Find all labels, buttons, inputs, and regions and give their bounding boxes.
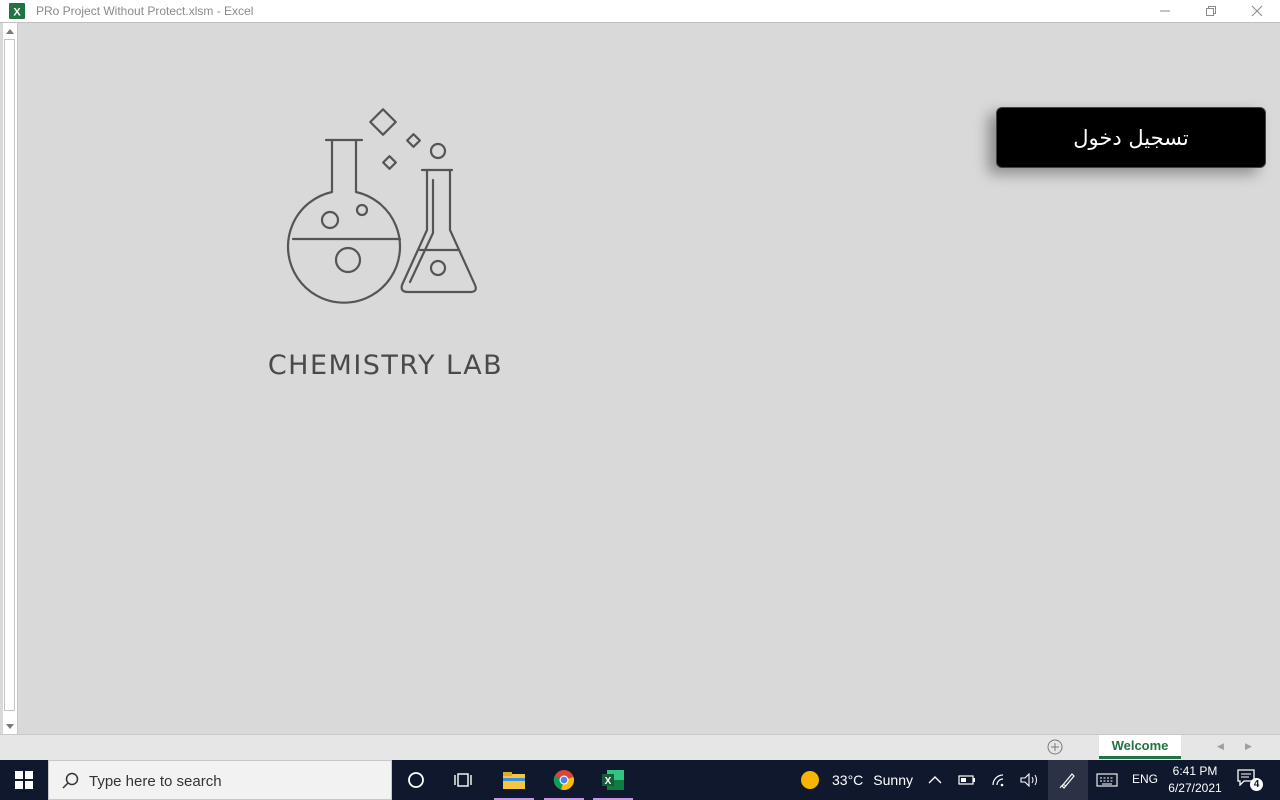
sheet-tab-bar: Welcome ◀ ▶ — [0, 734, 1280, 761]
keyboard-icon — [1096, 773, 1118, 787]
pen-icon — [1059, 773, 1075, 789]
clock-time: 6:41 PM — [1172, 764, 1218, 778]
scroll-tabs-left-icon[interactable]: ◀ — [1217, 741, 1224, 752]
touch-keyboard-button[interactable] — [1095, 770, 1119, 790]
scroll-tabs-right-icon[interactable]: ▶ — [1245, 741, 1252, 752]
weather-temperature: 33°C — [832, 772, 864, 788]
svg-text:X: X — [605, 776, 612, 787]
scroll-down-arrow-icon[interactable] — [4, 719, 16, 731]
chrome-button[interactable] — [544, 760, 584, 800]
scroll-up-arrow-icon[interactable] — [4, 25, 16, 37]
restore-icon — [1206, 6, 1216, 16]
title-bar: X PRo Project Without Protect.xlsm - Exc… — [0, 0, 1280, 23]
cortana-button[interactable] — [396, 760, 436, 800]
minimize-icon — [1160, 10, 1170, 12]
sun-icon — [801, 771, 819, 789]
language-indicator[interactable]: ENG — [1132, 772, 1158, 786]
tab-welcome[interactable]: Welcome — [1099, 735, 1181, 759]
battery-icon — [958, 775, 975, 785]
excel-app-icon[interactable]: X — [9, 3, 25, 19]
folder-icon — [503, 772, 525, 789]
chevron-up-icon — [928, 776, 942, 784]
clock[interactable]: 6:41 PM 6/27/2021 — [1164, 763, 1226, 797]
speaker-icon — [1020, 773, 1037, 787]
wifi-icon — [992, 774, 1004, 787]
minimize-button[interactable] — [1142, 0, 1188, 22]
clock-date: 6/27/2021 — [1168, 781, 1222, 795]
add-sheet-button[interactable] — [1047, 739, 1063, 755]
action-center-button[interactable]: 4 — [1236, 768, 1264, 792]
lab-title: CHEMISTRY LAB — [267, 350, 504, 381]
close-icon — [1251, 5, 1263, 17]
vertical-scrollbar[interactable] — [3, 23, 18, 734]
weather-widget[interactable]: 33°C Sunny — [800, 760, 913, 800]
login-button[interactable]: تسجيل دخول — [996, 107, 1266, 168]
pen-workspace-button[interactable] — [1048, 760, 1088, 800]
excel-taskbar-button[interactable]: X — [593, 760, 633, 800]
task-view-icon — [454, 773, 472, 787]
windows-logo-icon — [15, 771, 33, 789]
volume-button[interactable] — [1020, 770, 1040, 790]
restore-button[interactable] — [1188, 0, 1234, 22]
plus-circle-icon — [1047, 739, 1063, 755]
search-placeholder: Type here to search — [89, 773, 222, 790]
close-button[interactable] — [1234, 0, 1280, 22]
task-view-button[interactable] — [444, 760, 484, 800]
search-icon — [62, 772, 79, 789]
notification-badge: 4 — [1250, 778, 1263, 791]
taskbar-search-box[interactable]: Type here to search — [48, 760, 392, 800]
network-button[interactable] — [990, 770, 1010, 790]
windows-taskbar: Type here to search X 33°C Sunny ENG 6:4… — [0, 760, 1280, 800]
scroll-thumb[interactable] — [4, 39, 15, 711]
svg-text:X: X — [13, 7, 21, 19]
battery-button[interactable] — [957, 770, 977, 790]
excel-icon: X — [602, 770, 624, 790]
chemistry-flask-icon — [286, 108, 477, 304]
chrome-icon — [553, 770, 574, 790]
weather-description: Sunny — [873, 772, 913, 788]
start-button[interactable] — [0, 760, 48, 800]
cortana-circle-icon — [408, 772, 424, 788]
file-explorer-button[interactable] — [494, 760, 534, 800]
window-title: PRo Project Without Protect.xlsm - Excel — [36, 4, 254, 18]
show-hidden-icons-button[interactable] — [925, 770, 945, 790]
